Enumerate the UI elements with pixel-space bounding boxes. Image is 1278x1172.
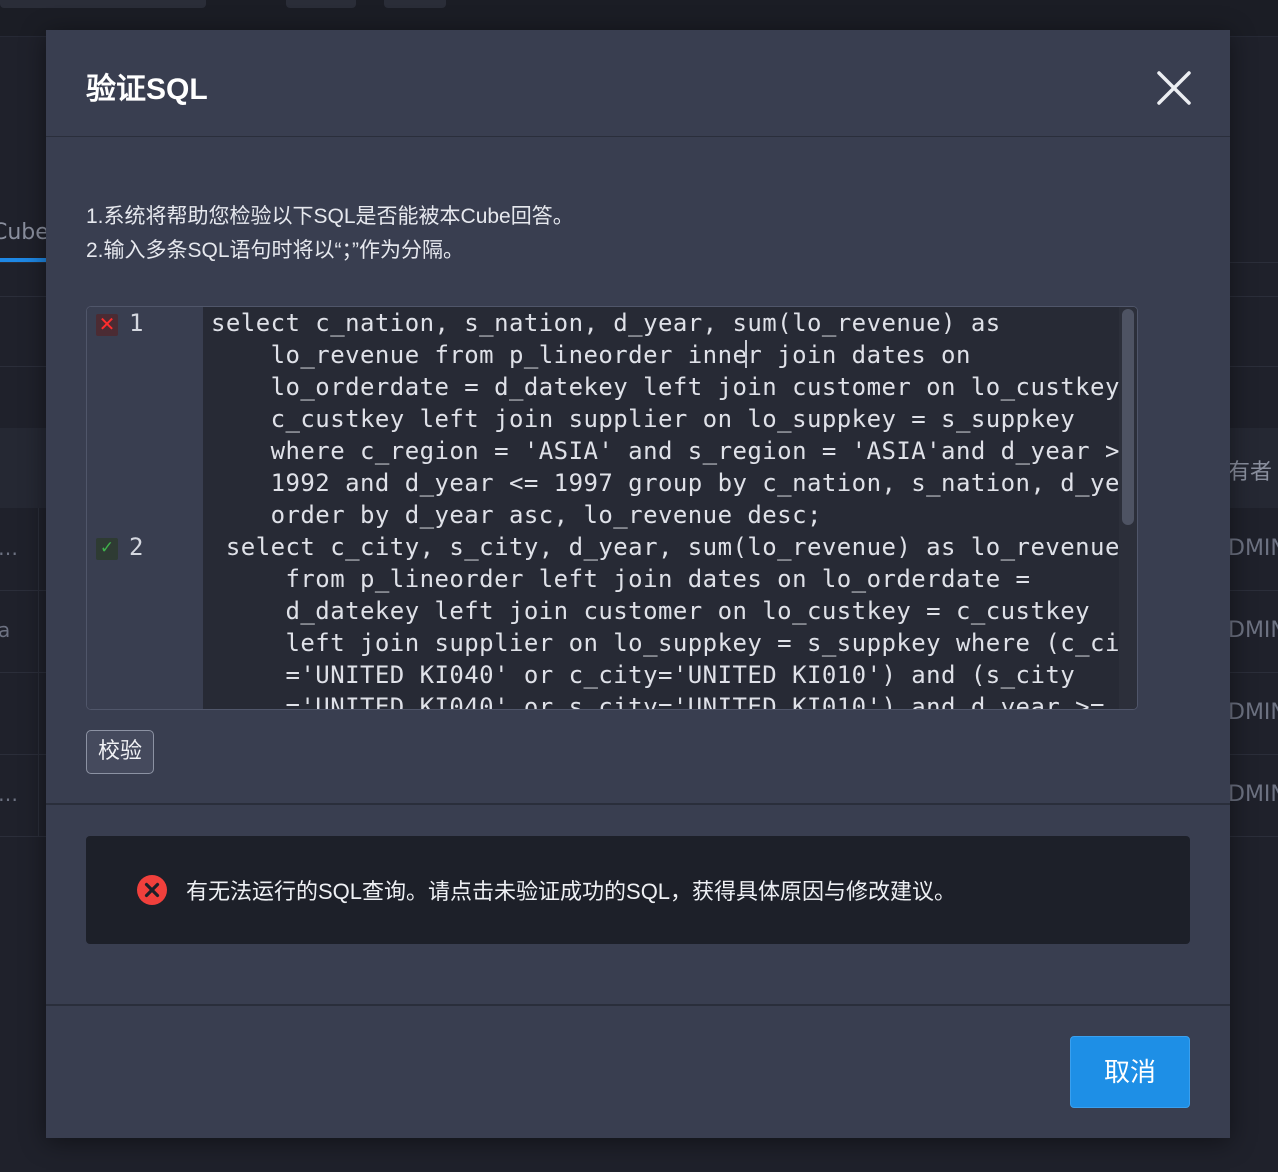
code-line: lo_orderdate = d_datekey left join custo… [211,373,1121,401]
background-top-pill [384,0,446,8]
background-row-cell: DMIN [1228,782,1278,807]
code-line: d_datekey left join customer on lo_custk… [211,597,1091,625]
error-alert: 有无法运行的SQL查询。请点击未验证成功的SQL，获得具体原因与修改建议。 [86,836,1190,944]
background-row-cell-left: … [0,536,18,560]
code-line: lo_revenue from p_lineorder inner join d… [211,341,971,369]
background-row-cell-left: … [0,782,18,806]
background-tab-underline [0,258,46,262]
code-line: select c_city, s_city, d_year, sum(lo_re… [211,533,1120,561]
verify-sql-dialog: 验证SQL 1.系统将帮助您检验以下SQL是否能被本Cube回答。 2.输入多条… [46,30,1230,1138]
footer-divider [46,1004,1230,1006]
code-line: from p_lineorder left join dates on lo_o… [211,565,1031,593]
background-row-cell: DMIN [1228,700,1278,725]
text-cursor [745,340,747,368]
background-row-cell: DMIN [1228,618,1278,643]
line-number: 1 [129,309,144,337]
dialog-title: 验证SQL [86,73,208,106]
code-line: c_custkey left join supplier on lo_suppk… [211,405,1076,433]
close-icon [1157,71,1191,105]
code-area[interactable]: select c_nation, s_nation, d_year, sum(l… [203,307,1121,709]
code-line: ='UNITED KI040' or c_city='UNITED KI010'… [211,661,1076,689]
background-column-divider [38,508,39,836]
body-divider [46,803,1230,805]
code-line: left join supplier on lo_suppkey = s_sup… [211,629,1121,657]
editor-gutter: ✕ 1 ✓ 2 [87,307,203,709]
instruction-line-1: 1.系统将帮助您检验以下SQL是否能被本Cube回答。 [86,205,574,228]
code-line: select c_nation, s_nation, d_year, sum(l… [211,309,1001,337]
line-number: 2 [129,533,144,561]
background-row-cell: DMIN [1228,536,1278,561]
cancel-button[interactable]: 取消 [1070,1036,1190,1108]
verify-button[interactable]: 校验 [86,730,154,774]
success-check-icon: ✓ [96,538,118,560]
code-line: where c_region = 'ASIA' and s_region = '… [211,437,1121,465]
background-top-pill [286,0,356,8]
code-line: ='UNITED KI040' or s_city='UNITED KI010'… [211,693,1105,709]
code-line: 1992 and d_year <= 1997 group by c_natio… [211,469,1121,497]
sql-editor[interactable]: ✕ 1 ✓ 2 select c_nation, s_nation, d_yea… [86,306,1138,710]
scrollbar-thumb[interactable] [1122,309,1134,525]
editor-scrollbar[interactable] [1119,307,1137,709]
dialog-header: 验证SQL [46,30,1230,137]
alert-message: 有无法运行的SQL查询。请点击未验证成功的SQL，获得具体原因与修改建议。 [186,879,957,904]
code-line: order by d_year asc, lo_revenue desc; [211,501,822,529]
background-row-cell-left: a [0,618,11,642]
background-tab-cube: Cube [0,220,49,245]
error-x-icon[interactable]: ✕ [96,312,118,336]
background-header-cell: 有者 [1228,460,1273,485]
instructions: 1.系统将帮助您检验以下SQL是否能被本Cube回答。 2.输入多条SQL语句时… [86,200,574,268]
background-top-pill [0,0,206,8]
error-circle-icon [137,875,167,905]
instruction-line-2: 2.输入多条SQL语句时将以“；”作为分隔。 [86,239,465,262]
close-button[interactable] [1154,68,1194,108]
